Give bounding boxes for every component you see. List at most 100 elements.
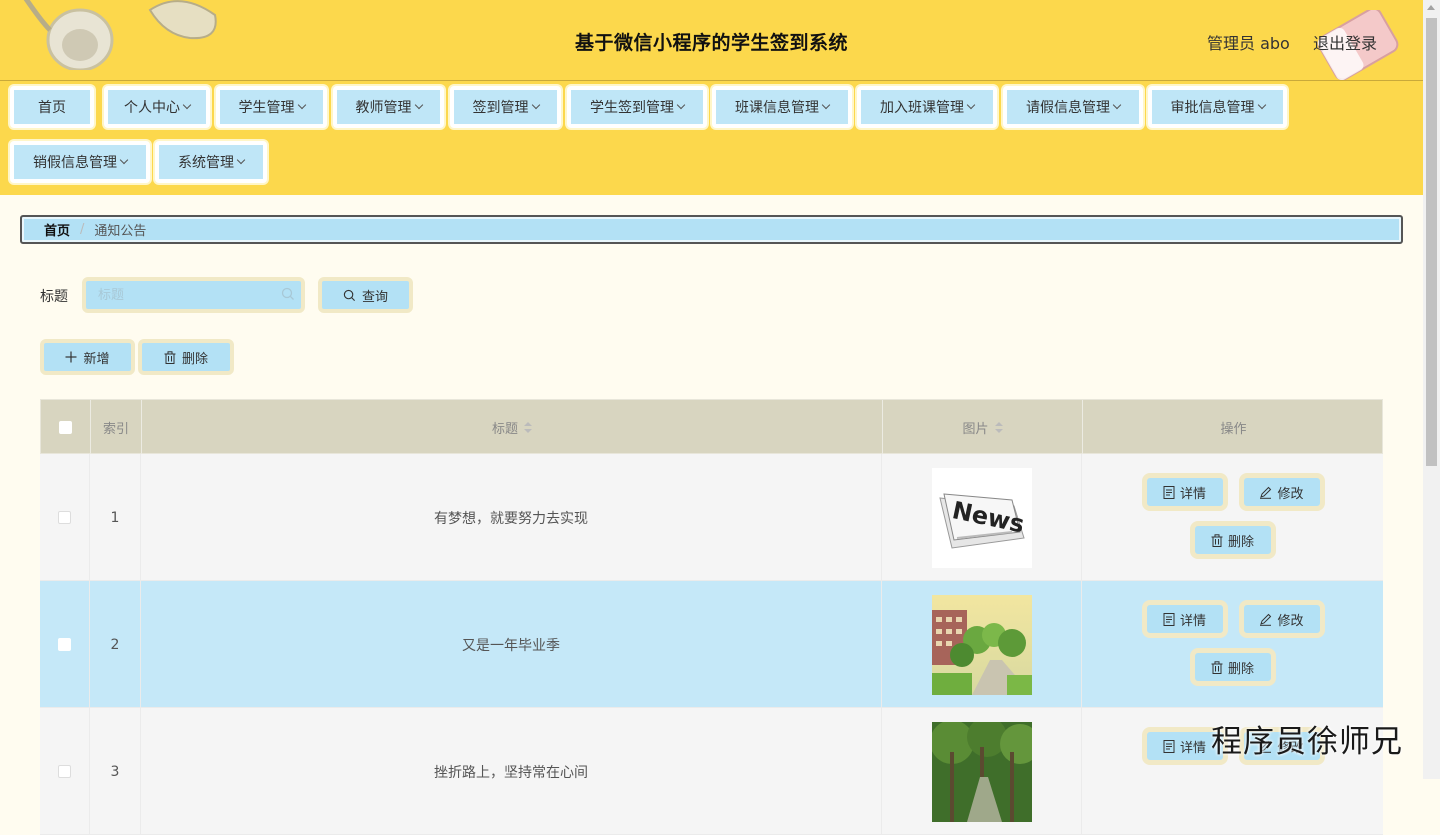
- trash-icon: [164, 350, 176, 364]
- edit-icon: [1260, 486, 1272, 499]
- chevron-down-icon: [966, 100, 976, 110]
- main-nav: 首页 个人中心 学生管理 教师管理 签到管理 学生签到管理 班课信息管理 加入班…: [0, 81, 1423, 195]
- top-header: 基于微信小程序的学生签到系统 管理员 abo 退出登录: [0, 0, 1423, 81]
- sort-icon[interactable]: [994, 421, 1003, 434]
- delete-button-label: 删除: [1227, 661, 1254, 677]
- row-index: 2: [90, 581, 141, 708]
- nav-item-label: 加入班课管理: [880, 100, 964, 116]
- batch-delete-button[interactable]: 删除: [138, 339, 234, 375]
- chevron-down-icon: [414, 100, 423, 110]
- chevron-down-icon: [821, 100, 831, 110]
- breadcrumb-current: 通知公告: [94, 224, 147, 239]
- search-icon: [281, 287, 294, 300]
- query-button-label: 查询: [361, 289, 388, 305]
- header-checkbox-cell: [41, 400, 91, 455]
- row-ops-cell: 详情 修改 删除: [1082, 454, 1383, 581]
- table-row[interactable]: 2 又是一年毕业季 详情 修改 删除: [40, 581, 1383, 708]
- chevron-down-icon: [182, 100, 192, 110]
- nav-item-signin-management[interactable]: 签到管理: [450, 86, 561, 128]
- detail-button-label: 详情: [1179, 740, 1206, 756]
- table-row[interactable]: 3 挫折路上，坚持常在心间 详情 修改: [40, 708, 1383, 835]
- header-title[interactable]: 标题: [142, 400, 883, 455]
- row-checkbox[interactable]: [58, 765, 71, 778]
- trash-icon: [1211, 533, 1223, 547]
- header-index: 索引: [91, 400, 142, 455]
- row-checkbox-cell: [40, 454, 90, 581]
- breadcrumb-separator: /: [80, 222, 85, 237]
- row-title: 挫折路上，坚持常在心间: [141, 708, 882, 835]
- search-title-label: 标题: [40, 289, 68, 305]
- row-image-cell: News: [882, 454, 1082, 581]
- header-ops-label: 操作: [1220, 422, 1247, 437]
- nav-item-label: 首页: [38, 100, 66, 116]
- nav-item-student-management[interactable]: 学生管理: [216, 86, 327, 128]
- nav-item-teacher-management[interactable]: 教师管理: [333, 86, 444, 128]
- detail-button[interactable]: 详情: [1141, 473, 1228, 511]
- delete-button[interactable]: 删除: [1189, 521, 1276, 559]
- detail-button[interactable]: 详情: [1141, 600, 1228, 638]
- trees-image[interactable]: [931, 721, 1032, 822]
- breadcrumb-home[interactable]: 首页: [44, 220, 70, 239]
- row-index: 3: [90, 708, 141, 835]
- header-image[interactable]: 图片: [883, 400, 1083, 455]
- edit-button[interactable]: 修改: [1238, 473, 1325, 511]
- row-checkbox-cell: [40, 708, 90, 835]
- plus-icon: [65, 351, 77, 363]
- nav-item-label: 请假信息管理: [1026, 100, 1110, 116]
- row-checkbox[interactable]: [58, 638, 71, 651]
- nav-item-label: 学生签到管理: [590, 100, 674, 116]
- nav-item-approval-info-management[interactable]: 审批信息管理: [1148, 86, 1287, 128]
- search-input[interactable]: [86, 281, 285, 309]
- batch-delete-button-label: 删除: [181, 351, 208, 367]
- edit-button-label: 修改: [1277, 486, 1304, 502]
- document-icon: [1163, 739, 1175, 753]
- chevron-down-icon: [236, 155, 246, 165]
- nav-item-leave-info-management[interactable]: 请假信息管理: [1003, 86, 1143, 128]
- add-button[interactable]: 新增: [40, 339, 135, 375]
- nav-item-student-signin-management[interactable]: 学生签到管理: [567, 86, 707, 128]
- row-title: 有梦想，就要努力去实现: [141, 454, 882, 581]
- row-image-cell: [882, 581, 1082, 708]
- header-image-label: 图片: [962, 422, 989, 437]
- nav-item-join-class-management[interactable]: 加入班课管理: [857, 86, 997, 128]
- nav-item-cancel-leave-management[interactable]: 销假信息管理: [10, 141, 150, 183]
- delete-button[interactable]: 删除: [1189, 648, 1276, 686]
- sort-icon[interactable]: [524, 421, 532, 434]
- campus-image[interactable]: [931, 594, 1032, 695]
- delete-button-label: 删除: [1227, 534, 1254, 550]
- news-image[interactable]: News: [931, 467, 1032, 568]
- admin-username: 管理员 abo: [1207, 34, 1290, 53]
- chevron-down-icon: [1112, 100, 1122, 110]
- chevron-down-icon: [119, 155, 129, 165]
- nav-item-label: 销假信息管理: [33, 155, 117, 171]
- nav-item-system-management[interactable]: 系统管理: [155, 141, 267, 183]
- nav-item-personal-center[interactable]: 个人中心: [104, 86, 210, 128]
- nav-item-label: 学生管理: [238, 100, 295, 116]
- table-header: 索引 标题 图片 操作: [40, 399, 1383, 455]
- nav-item-label: 个人中心: [124, 100, 180, 116]
- nav-item-class-info-management[interactable]: 班课信息管理: [712, 86, 852, 128]
- header-index-label: 索引: [102, 422, 129, 437]
- nav-item-label: 系统管理: [178, 155, 234, 171]
- query-button[interactable]: 查询: [318, 277, 413, 313]
- trash-icon: [1211, 660, 1223, 674]
- nav-item-label: 审批信息管理: [1170, 100, 1255, 116]
- page-scrollbar[interactable]: [1423, 0, 1440, 779]
- chevron-down-icon: [531, 100, 540, 110]
- nav-item-label: 签到管理: [472, 100, 529, 116]
- nav-item-home[interactable]: 首页: [10, 86, 94, 128]
- row-title: 又是一年毕业季: [141, 581, 882, 708]
- scroll-up-icon[interactable]: [1427, 5, 1435, 10]
- row-checkbox-cell: [40, 581, 90, 708]
- table-row[interactable]: 1 有梦想，就要努力去实现 News 详情 修改 删除: [40, 454, 1383, 581]
- search-field: [82, 277, 305, 313]
- select-all-checkbox[interactable]: [59, 421, 72, 434]
- nav-item-label: 班课信息管理: [735, 100, 819, 116]
- row-index: 1: [90, 454, 141, 581]
- edit-button[interactable]: 修改: [1238, 600, 1325, 638]
- document-icon: [1163, 485, 1175, 499]
- watermark: 程序员徐师兄: [1211, 724, 1403, 760]
- scrollbar-thumb[interactable]: [1426, 18, 1437, 466]
- logout-link[interactable]: 退出登录: [1313, 30, 1377, 54]
- row-checkbox[interactable]: [58, 511, 71, 524]
